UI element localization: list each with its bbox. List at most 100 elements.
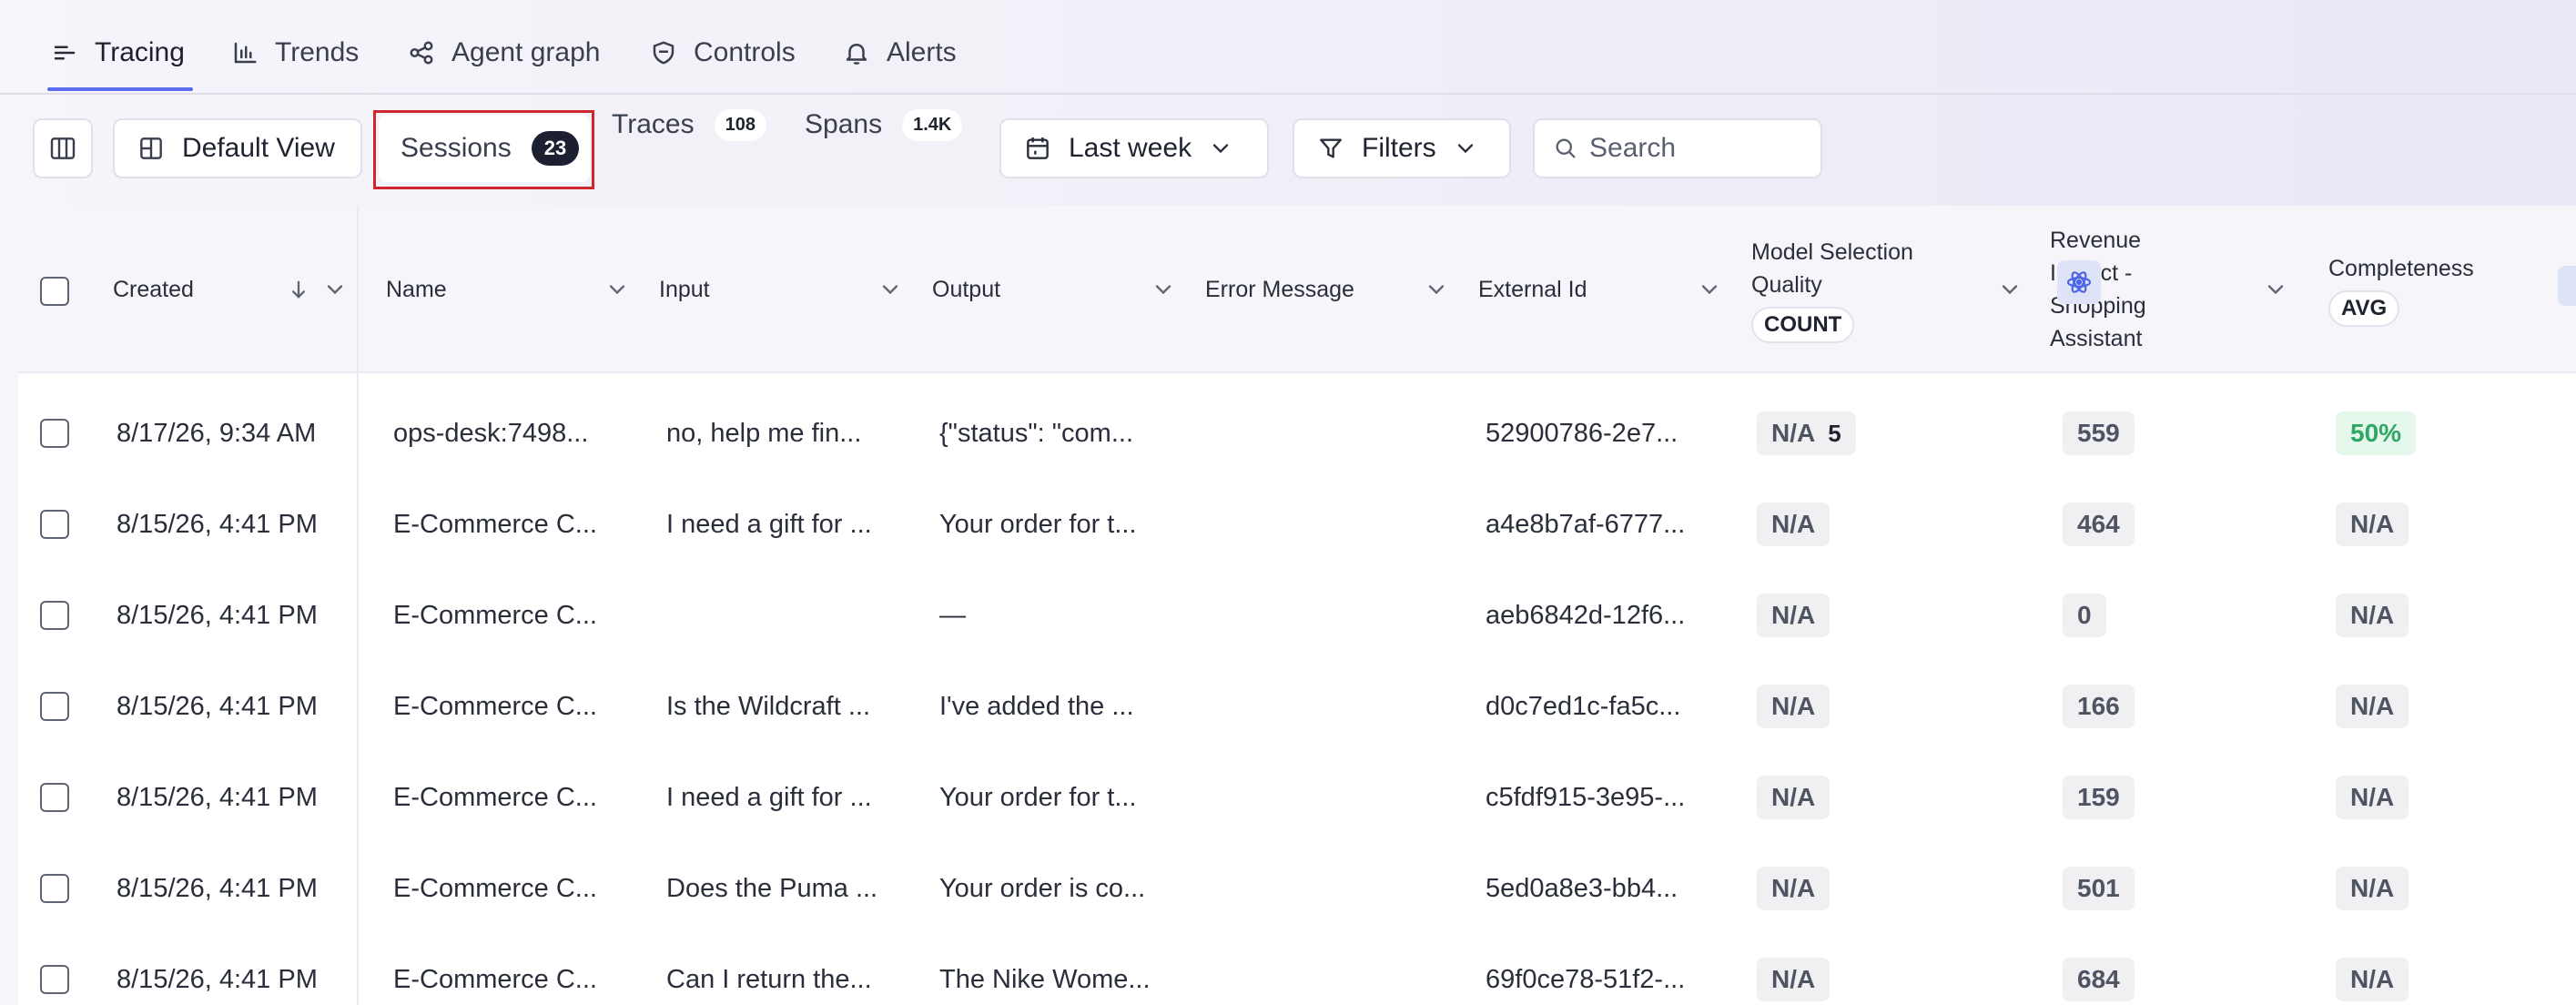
column-header-name[interactable]: Name [386,206,632,373]
segment-sessions[interactable]: Sessions 23 [379,115,590,182]
column-header-completeness[interactable]: Completeness AVG [2328,206,2565,373]
active-tab-indicator [47,87,193,91]
column-header-input[interactable]: Input [659,206,905,373]
revenue-impact-pill[interactable]: 559 [2063,411,2135,455]
model-quality-pill[interactable]: N/A [1757,594,1831,637]
cell-revenue-impact: 0 [2063,570,2106,661]
cell-output: Your order for t... [939,782,1137,812]
revenue-impact-pill[interactable]: 0 [2063,594,2106,637]
sort-descending-icon[interactable] [286,277,311,302]
filters-dropdown[interactable]: Filters [1293,118,1511,178]
cell-name: E-Commerce C... [393,873,597,903]
completeness-pill[interactable]: N/A [2336,685,2409,728]
cell-name: E-Commerce C... [393,691,597,721]
cell-model-quality: N/A 5 [1757,388,1856,479]
completeness-pill[interactable]: N/A [2336,594,2409,637]
row-checkbox[interactable] [40,692,69,721]
table-row[interactable]: 8/15/26, 4:41 PM E-Commerce C... Does the … [18,843,2576,934]
column-model-quality-line2: Quality [1751,272,1822,298]
cell-completeness: N/A [2336,661,2409,752]
cell-input: no, help me fin... [666,418,862,448]
chevron-down-icon [1457,144,1473,154]
model-quality-value: N/A [1771,419,1816,447]
search-field[interactable] [1533,118,1822,178]
column-completeness-label: Completeness [2328,256,2474,281]
tab-trends[interactable]: Trends [231,27,359,78]
table-header: Created Name Input Output Error Message [18,206,2576,373]
aggregate-avg-badge[interactable]: AVG [2328,290,2400,327]
table-row[interactable]: 8/15/26, 4:41 PM E-Commerce C... I need a … [18,479,2576,570]
completeness-pill[interactable]: N/A [2336,958,2409,1001]
cell-external-id: 5ed0a8e3-bb4... [1486,873,1678,903]
row-checkbox[interactable] [40,783,69,812]
chevron-down-icon[interactable] [2263,277,2288,302]
tab-controls[interactable]: Controls [650,27,796,78]
model-quality-pill[interactable]: N/A [1757,958,1831,1001]
column-header-error-message[interactable]: Error Message [1205,206,1451,373]
aggregate-count-badge[interactable]: COUNT [1751,307,1855,343]
tab-tracing[interactable]: Tracing [51,27,185,78]
chevron-down-icon[interactable] [1997,277,2023,302]
revenue-impact-pill[interactable]: 159 [2063,776,2135,819]
model-quality-count: 5 [1828,420,1841,447]
model-quality-pill[interactable]: N/A [1757,867,1831,910]
model-quality-pill[interactable]: N/A [1757,685,1831,728]
row-checkbox[interactable] [40,874,69,903]
model-quality-value: N/A [1771,874,1816,902]
cell-name: E-Commerce C... [393,782,597,812]
model-quality-pill[interactable]: N/A 5 [1757,411,1856,455]
cell-output: Your order is co... [939,873,1146,903]
tab-alerts[interactable]: Alerts [843,27,957,78]
revenue-impact-pill[interactable]: 464 [2063,502,2135,546]
tab-tracing-label: Tracing [95,37,185,67]
columns-toggle-button[interactable] [33,118,93,178]
date-range-dropdown[interactable]: Last week [999,118,1269,178]
chevron-down-icon[interactable] [322,277,348,302]
revenue-impact-pill[interactable]: 501 [2063,867,2135,910]
segment-spans[interactable]: Spans 1.4K [805,95,963,155]
evaluator-atom-icon[interactable] [2057,260,2101,304]
chevron-down-icon[interactable] [877,277,903,302]
row-checkbox[interactable] [40,965,69,994]
row-checkbox[interactable] [40,601,69,630]
completeness-pill[interactable]: N/A [2336,776,2409,819]
cell-name: E-Commerce C... [393,964,597,994]
chevron-down-icon[interactable] [1424,277,1449,302]
bell-icon [846,44,867,65]
revenue-impact-pill[interactable]: 684 [2063,958,2135,1001]
table-row[interactable]: 8/15/26, 4:41 PM E-Commerce C... I need a … [18,752,2576,843]
column-header-created[interactable]: Created [113,206,350,373]
default-view-label: Default View [182,133,335,163]
column-header-model-selection-quality[interactable]: Model Selection Quality COUNT [1751,206,2024,373]
evaluator-icon-partial[interactable] [2558,266,2576,306]
tab-agent-graph[interactable]: Agent graph [408,27,600,78]
chevron-down-icon[interactable] [1697,277,1722,302]
cell-model-quality: N/A [1757,843,1831,934]
revenue-impact-pill[interactable]: 166 [2063,685,2135,728]
completeness-pill[interactable]: N/A [2336,502,2409,546]
default-view-button[interactable]: Default View [113,118,362,178]
row-checkbox[interactable] [40,419,69,448]
model-quality-value: N/A [1771,783,1816,811]
search-input[interactable] [1589,133,1808,164]
model-quality-pill[interactable]: N/A [1757,502,1831,546]
cell-external-id: d0c7ed1c-fa5c... [1486,691,1681,721]
model-quality-pill[interactable]: N/A [1757,776,1831,819]
completeness-pill[interactable]: N/A [2336,867,2409,910]
column-header-output[interactable]: Output [932,206,1178,373]
columns-icon [50,137,76,159]
table-row[interactable]: 8/15/26, 4:41 PM E-Commerce C... Is the Wi… [18,661,2576,752]
completeness-pill[interactable]: 50% [2336,411,2417,455]
select-all-checkbox[interactable] [40,277,69,306]
row-checkbox[interactable] [40,510,69,539]
segment-traces[interactable]: Traces 108 [612,95,766,155]
toolbar: Default View Sessions 23 Traces 108 Span… [0,95,2576,202]
cell-model-quality: N/A [1757,570,1831,661]
chevron-down-icon[interactable] [1151,277,1176,302]
table-row[interactable]: 8/15/26, 4:41 PM E-Commerce C... — aeb6842d… [18,570,2576,661]
table-row[interactable]: 8/15/26, 4:41 PM E-Commerce C... Can I ret… [18,934,2576,1005]
chevron-down-icon[interactable] [604,277,630,302]
column-header-external-id[interactable]: External Id [1478,206,1724,373]
table-row[interactable]: 8/17/26, 9:34 AM ops-desk:7498... no, help… [18,388,2576,479]
cell-name: E-Commerce C... [393,600,597,630]
